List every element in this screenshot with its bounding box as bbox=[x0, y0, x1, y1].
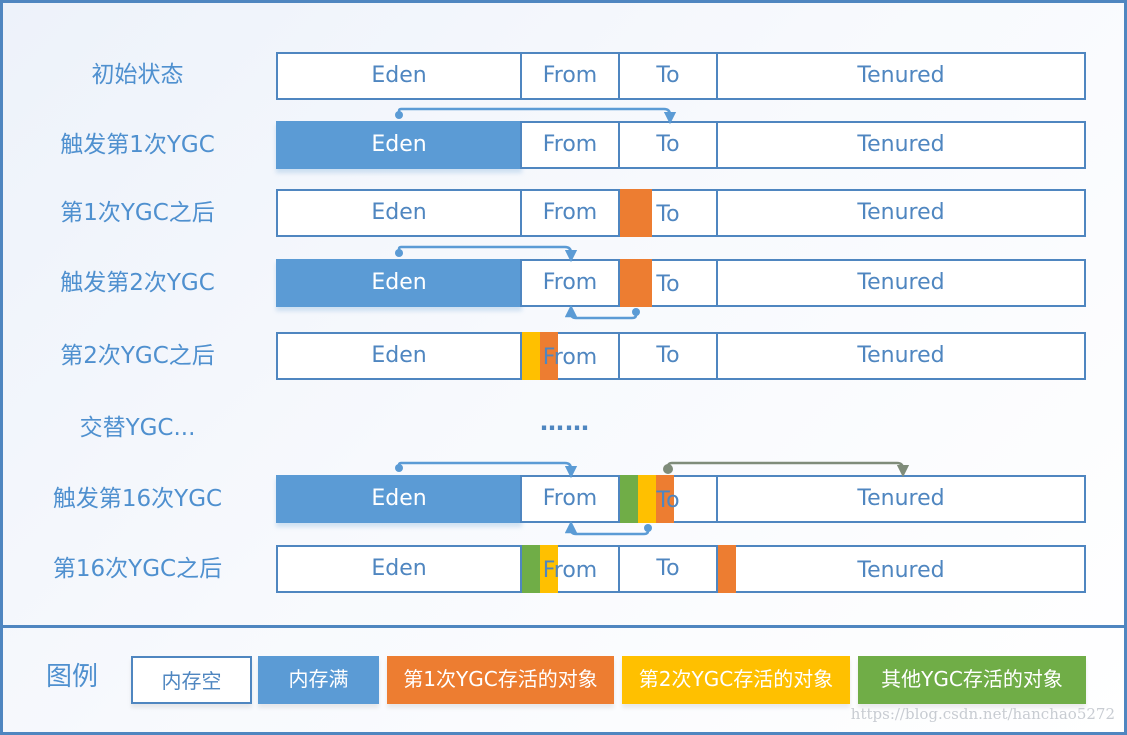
heap-bar-trigger-ygc16: Eden From To Tenured bbox=[276, 475, 1086, 523]
eden-region: Eden bbox=[276, 52, 522, 100]
to-region: To bbox=[618, 259, 718, 307]
heap-bar-trigger-ygc1: Eden From To Tenured bbox=[276, 121, 1086, 169]
tenured-region: Tenured bbox=[716, 259, 1086, 307]
legend-item-survivor-2nd: 第2次YGC存活的对象 bbox=[622, 656, 850, 704]
legend-item-full: 内存满 bbox=[258, 656, 379, 704]
from-region: From bbox=[520, 189, 620, 237]
tenured-region: Tenured bbox=[716, 332, 1086, 380]
row-label-trigger-ygc2: 触发第2次YGC bbox=[60, 270, 215, 296]
legend-item-survivor-1st: 第1次YGC存活的对象 bbox=[387, 656, 614, 704]
heap-bar-after-ygc2: Eden From To Tenured bbox=[276, 332, 1086, 380]
to-label: To bbox=[656, 488, 680, 513]
row-label-initial: 初始状态 bbox=[91, 62, 184, 88]
tenured-region: Tenured bbox=[716, 52, 1086, 100]
to-region: To bbox=[618, 545, 718, 593]
eden-region: Eden bbox=[276, 545, 522, 593]
row-label-after-ygc16: 第16次YGC之后 bbox=[52, 556, 223, 582]
eden-region: Eden bbox=[276, 189, 522, 237]
watermark: https://blog.csdn.net/hanchao5272 bbox=[850, 705, 1115, 723]
from-region: From bbox=[520, 259, 620, 307]
from-region: From bbox=[520, 121, 620, 169]
to-region: To bbox=[618, 475, 718, 523]
from-region: From bbox=[520, 52, 620, 100]
heap-bar-after-ygc1: Eden From To Tenured bbox=[276, 189, 1086, 237]
legend-divider bbox=[0, 625, 1127, 628]
from-label: From bbox=[542, 558, 598, 583]
row-label-trigger-ygc1: 触发第1次YGC bbox=[60, 132, 215, 158]
eden-region: Eden bbox=[276, 332, 522, 380]
heap-bar-trigger-ygc2: Eden From To Tenured bbox=[276, 259, 1086, 307]
to-region: To bbox=[618, 121, 718, 169]
tenured-region: Tenured bbox=[716, 545, 1086, 593]
row-label-after-ygc1: 第1次YGC之后 bbox=[60, 200, 215, 226]
to-label: To bbox=[656, 202, 680, 227]
from-region: From bbox=[520, 545, 620, 593]
eden-region-full: Eden bbox=[276, 121, 522, 169]
tenured-region: Tenured bbox=[716, 121, 1086, 169]
legend-title: 图例 bbox=[46, 662, 99, 692]
legend-item-empty: 内存空 bbox=[131, 656, 252, 704]
to-region: To bbox=[618, 332, 718, 380]
to-label: To bbox=[656, 272, 680, 297]
from-region: From bbox=[520, 475, 620, 523]
from-region: From bbox=[520, 332, 620, 380]
row-label-after-ygc2: 第2次YGC之后 bbox=[60, 343, 215, 369]
eden-region-full: Eden bbox=[276, 259, 522, 307]
tenured-region: Tenured bbox=[716, 189, 1086, 237]
legend-item-survivor-other: 其他YGC存活的对象 bbox=[858, 656, 1086, 704]
tenured-region: Tenured bbox=[716, 475, 1086, 523]
ellipsis: …… bbox=[540, 408, 590, 436]
heap-bar-initial: Eden From To Tenured bbox=[276, 52, 1086, 100]
from-label: From bbox=[542, 345, 598, 370]
row-label-trigger-ygc16: 触发第16次YGC bbox=[52, 486, 223, 512]
heap-bar-after-ygc16: Eden From To Tenured bbox=[276, 545, 1086, 593]
row-label-alternating: 交替YGC... bbox=[79, 415, 196, 441]
tenured-label: Tenured bbox=[857, 558, 945, 583]
to-region: To bbox=[618, 189, 718, 237]
eden-region-full: Eden bbox=[276, 475, 522, 523]
to-region: To bbox=[618, 52, 718, 100]
